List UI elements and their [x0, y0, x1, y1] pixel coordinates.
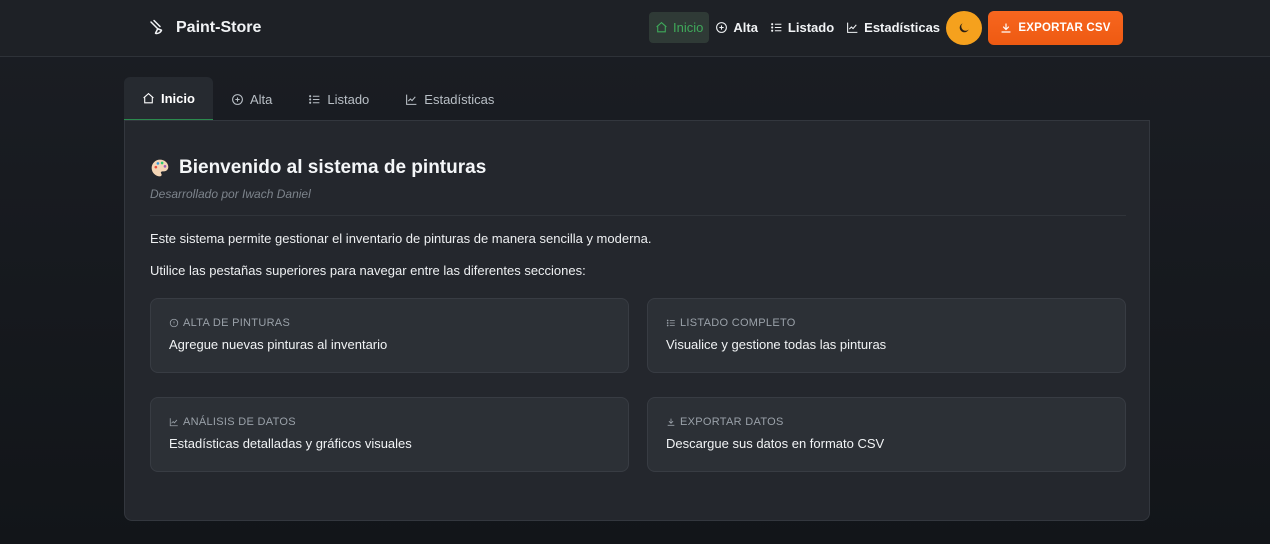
nav-item-label: Listado: [787, 20, 835, 35]
info-circle-icon: [169, 318, 179, 328]
card-description: Descargue sus datos en formato CSV: [666, 436, 885, 451]
palette-icon: [151, 159, 169, 177]
theme-toggle-button[interactable]: [946, 11, 982, 45]
brand-name: Paint-Store: [176, 19, 262, 36]
nav-item-estadisticas[interactable]: Estadísticas: [840, 12, 946, 43]
card-description: Estadísticas detalladas y gráficos visua…: [169, 436, 412, 451]
page-subtitle: Desarrollado por Iwach Daniel: [150, 187, 311, 201]
card-label-text: LISTADO COMPLETO: [680, 317, 796, 329]
nav-item-inicio[interactable]: Inicio: [649, 12, 710, 43]
brand[interactable]: Paint-Store: [148, 0, 261, 56]
nav-item-listado[interactable]: Listado: [764, 12, 840, 43]
card-label-text: EXPORTAR DATOS: [680, 416, 784, 428]
nav-item-alta[interactable]: Alta: [709, 12, 764, 43]
export-csv-button[interactable]: EXPORTAR CSV: [988, 11, 1123, 45]
nav-item-label: Inicio: [673, 20, 704, 35]
moon-icon: [959, 23, 969, 33]
tab-listado[interactable]: Listado: [290, 77, 387, 121]
feature-card-exportar: EXPORTAR DATOS Descargue sus datos en fo…: [647, 397, 1126, 472]
card-label: ANÁLISIS DE DATOS: [169, 416, 610, 428]
card-label: EXPORTAR DATOS: [666, 416, 1107, 428]
card-description: Visualice y gestione todas las pinturas: [666, 337, 887, 352]
chart-line-icon: [847, 22, 858, 33]
intro-paragraph: Este sistema permite gestionar el invent…: [150, 231, 652, 246]
chart-line-icon: [406, 94, 417, 105]
tab-bar: Inicio Alta Listado Estadísticas: [124, 77, 512, 121]
plus-circle-icon: [232, 93, 243, 105]
plus-circle-icon: [716, 22, 728, 33]
card-label-text: ANÁLISIS DE DATOS: [183, 416, 296, 428]
tab-estadisticas[interactable]: Estadísticas: [387, 77, 512, 121]
tab-label: Alta: [249, 91, 273, 107]
tab-label: Estadísticas: [424, 91, 495, 107]
list-icon: [771, 23, 782, 32]
list-icon: [309, 94, 320, 104]
top-navbar: Paint-Store Inicio Alta Listado Estadíst…: [0, 0, 1270, 57]
page-title-text: Bienvenido al sistema de pinturas: [179, 157, 487, 178]
card-label-text: ALTA DE PINTURAS: [183, 317, 291, 329]
nav-item-label: Estadísticas: [864, 20, 941, 35]
divider: [150, 215, 1126, 216]
feature-card-analisis: ANÁLISIS DE DATOS Estadísticas detallada…: [150, 397, 629, 472]
tab-label: Listado: [327, 91, 370, 107]
tab-alta[interactable]: Alta: [213, 77, 290, 121]
home-icon: [656, 21, 667, 33]
download-icon: [667, 418, 675, 426]
nav-links: Inicio Alta Listado Estadísticas: [649, 12, 946, 43]
feature-card-listado: LISTADO COMPLETO Visualice y gestione to…: [647, 298, 1126, 373]
download-icon: [1001, 23, 1011, 33]
card-description: Agregue nuevas pinturas al inventario: [169, 337, 388, 352]
export-button-label: EXPORTAR CSV: [1018, 22, 1111, 34]
main-panel: Bienvenido al sistema de pinturas Desarr…: [124, 120, 1150, 521]
card-label: LISTADO COMPLETO: [666, 317, 1107, 329]
feature-card-alta: ALTA DE PINTURAS Agregue nuevas pinturas…: [150, 298, 629, 373]
instructions-paragraph: Utilice las pestañas superiores para nav…: [150, 263, 586, 278]
page-title: Bienvenido al sistema de pinturas: [150, 157, 486, 179]
tab-label: Inicio: [161, 90, 195, 106]
nav-item-label: Alta: [733, 20, 758, 35]
list-icon: [666, 319, 675, 327]
tab-inicio[interactable]: Inicio: [124, 77, 213, 121]
paint-brush-icon: [150, 19, 163, 35]
chart-line-icon: [169, 418, 178, 427]
card-label: ALTA DE PINTURAS: [169, 317, 610, 329]
home-icon: [143, 92, 154, 103]
